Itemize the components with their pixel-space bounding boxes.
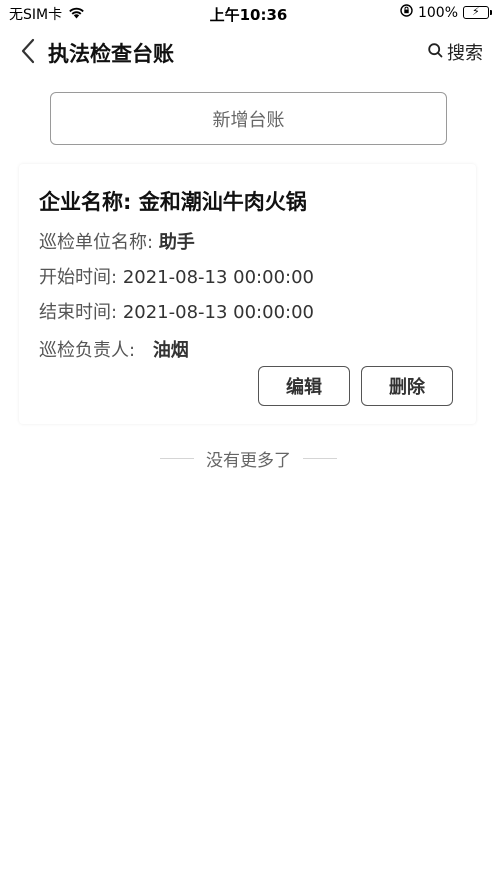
edit-button[interactable]: 编辑 [258,366,350,406]
search-icon [428,42,443,63]
search-button[interactable]: 搜索 [428,39,483,65]
battery-percent: 100% [417,4,458,21]
inspection-unit-label: 巡检单位名称: [39,232,154,253]
status-bar: 无SIM卡 上午10:36 100% ⚡ [0,0,497,26]
battery-icon: ⚡ [463,5,492,19]
end-time-row: 结束时间: 2021-08-13 00:00:00 [39,298,314,324]
inspector-label: 巡检负责人: [39,340,136,361]
inspection-unit-value: 助手 [158,232,195,253]
start-time-value: 2021-08-13 00:00:00 [122,267,314,288]
orientation-lock-icon [400,4,413,21]
divider-right [303,457,337,459]
end-time-label: 结束时间: [39,302,118,323]
page-title: 执法检查台账 [48,42,174,66]
inspector-row: 巡检负责人: 油烟 [39,336,189,362]
company-name: 企业名称: 金和潮汕牛肉火锅 [39,190,307,214]
divider-left [160,457,194,459]
inspector-value: 油烟 [152,340,189,361]
start-time-label: 开始时间: [39,267,118,288]
add-record-button[interactable]: 新增台账 [50,92,447,145]
delete-button[interactable]: 删除 [361,366,453,406]
back-icon[interactable] [20,38,42,64]
nav-bar: 执法检查台账 搜索 [0,28,497,74]
search-label: 搜索 [447,43,483,64]
start-time-row: 开始时间: 2021-08-13 00:00:00 [39,263,314,289]
list-end-indicator: 没有更多了 [0,446,497,471]
record-card[interactable]: 企业名称: 金和潮汕牛肉火锅 巡检单位名称: 助手 开始时间: 2021-08-… [19,164,476,424]
no-more-text: 没有更多了 [206,450,291,471]
status-right: 100% ⚡ [400,4,492,21]
inspection-unit-row: 巡检单位名称: 助手 [39,228,195,254]
end-time-value: 2021-08-13 00:00:00 [122,302,314,323]
